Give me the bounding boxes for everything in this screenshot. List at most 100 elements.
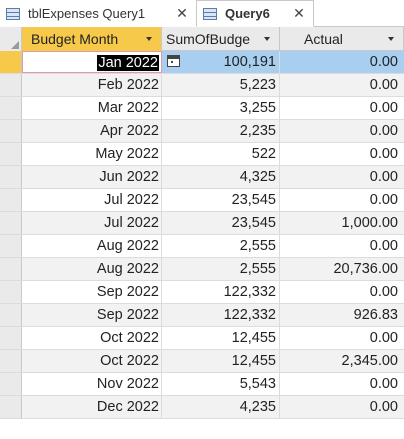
select-all-corner[interactable] bbox=[0, 27, 22, 51]
dropdown-arrow-icon[interactable] bbox=[146, 37, 152, 41]
table-row[interactable]: Sep 2022 122,332 0.00 bbox=[0, 281, 404, 304]
record-selector[interactable] bbox=[0, 74, 22, 96]
budget-month-cell[interactable]: Jul 2022 bbox=[22, 212, 162, 234]
sumofbudge-cell[interactable]: 122,332 bbox=[162, 281, 280, 303]
sumofbudge-cell[interactable]: 100,191 bbox=[162, 51, 280, 73]
column-header-label: SumOfBudge bbox=[166, 31, 251, 47]
table-row[interactable]: Jan 2022 100,191 0.00 bbox=[0, 51, 404, 74]
table-row[interactable]: Jul 2022 23,545 0.00 bbox=[0, 189, 404, 212]
record-selector[interactable] bbox=[0, 258, 22, 280]
sumofbudge-cell[interactable]: 2,555 bbox=[162, 258, 280, 280]
sumofbudge-cell[interactable]: 5,223 bbox=[162, 74, 280, 96]
table-row[interactable]: Dec 2022 4,235 0.00 bbox=[0, 396, 404, 419]
record-selector[interactable] bbox=[0, 51, 22, 73]
calendar-icon[interactable] bbox=[167, 55, 180, 67]
cell-text: 4,235 bbox=[239, 399, 276, 415]
record-selector[interactable] bbox=[0, 120, 22, 142]
column-header-sumofbudge[interactable]: SumOfBudge bbox=[162, 27, 280, 51]
actual-cell[interactable]: 0.00 bbox=[280, 373, 404, 395]
document-tab-bar: tblExpenses Query1 ✕ Query6 ✕ bbox=[0, 0, 404, 27]
dropdown-arrow-icon[interactable] bbox=[264, 37, 270, 41]
table-row[interactable]: Jun 2022 4,325 0.00 bbox=[0, 166, 404, 189]
table-row[interactable]: Mar 2022 3,255 0.00 bbox=[0, 97, 404, 120]
budget-month-cell[interactable]: May 2022 bbox=[22, 143, 162, 165]
budget-month-cell[interactable]: Apr 2022 bbox=[22, 120, 162, 142]
column-header-budget-month[interactable]: Budget Month bbox=[22, 27, 162, 51]
budget-month-cell[interactable]: Jun 2022 bbox=[22, 166, 162, 188]
cell-text: 0.00 bbox=[369, 330, 398, 346]
record-selector[interactable] bbox=[0, 396, 22, 418]
sumofbudge-cell[interactable]: 4,235 bbox=[162, 396, 280, 418]
budget-month-cell[interactable]: Dec 2022 bbox=[22, 396, 162, 418]
actual-cell[interactable]: 0.00 bbox=[280, 281, 404, 303]
record-selector[interactable] bbox=[0, 143, 22, 165]
record-selector[interactable] bbox=[0, 189, 22, 211]
budget-month-cell[interactable]: Sep 2022 bbox=[22, 281, 162, 303]
cell-text: Feb 2022 bbox=[97, 77, 159, 93]
sumofbudge-cell[interactable]: 12,455 bbox=[162, 327, 280, 349]
budget-month-cell[interactable]: Jul 2022 bbox=[22, 189, 162, 211]
actual-cell[interactable]: 926.83 bbox=[280, 304, 404, 326]
budget-month-cell[interactable]: Oct 2022 bbox=[22, 350, 162, 372]
record-selector[interactable] bbox=[0, 235, 22, 257]
record-selector[interactable] bbox=[0, 212, 22, 234]
actual-cell[interactable]: 2,345.00 bbox=[280, 350, 404, 372]
record-selector[interactable] bbox=[0, 281, 22, 303]
cell-text: Aug 2022 bbox=[96, 238, 159, 254]
tab-tblexpenses-query1[interactable]: tblExpenses Query1 ✕ bbox=[0, 0, 196, 27]
budget-month-cell[interactable]: Mar 2022 bbox=[22, 97, 162, 119]
sumofbudge-cell[interactable]: 23,545 bbox=[162, 189, 280, 211]
budget-month-cell[interactable]: Oct 2022 bbox=[22, 327, 162, 349]
sumofbudge-cell[interactable]: 2,235 bbox=[162, 120, 280, 142]
table-row[interactable]: Aug 2022 2,555 20,736.00 bbox=[0, 258, 404, 281]
close-icon[interactable]: ✕ bbox=[174, 5, 190, 22]
sumofbudge-cell[interactable]: 3,255 bbox=[162, 97, 280, 119]
record-selector[interactable] bbox=[0, 350, 22, 372]
actual-cell[interactable]: 0.00 bbox=[280, 97, 404, 119]
close-icon[interactable]: ✕ bbox=[291, 5, 307, 22]
budget-month-cell[interactable]: Sep 2022 bbox=[22, 304, 162, 326]
actual-cell[interactable]: 0.00 bbox=[280, 327, 404, 349]
cell-text: 5,543 bbox=[239, 376, 276, 392]
actual-cell[interactable]: 0.00 bbox=[280, 396, 404, 418]
sumofbudge-cell[interactable]: 23,545 bbox=[162, 212, 280, 234]
sumofbudge-cell[interactable]: 122,332 bbox=[162, 304, 280, 326]
record-selector[interactable] bbox=[0, 97, 22, 119]
table-row[interactable]: Feb 2022 5,223 0.00 bbox=[0, 74, 404, 97]
actual-cell[interactable]: 0.00 bbox=[280, 120, 404, 142]
table-row[interactable]: Nov 2022 5,543 0.00 bbox=[0, 373, 404, 396]
table-row[interactable]: Sep 2022 122,332 926.83 bbox=[0, 304, 404, 327]
sumofbudge-cell[interactable]: 522 bbox=[162, 143, 280, 165]
actual-cell[interactable]: 0.00 bbox=[280, 189, 404, 211]
record-selector[interactable] bbox=[0, 373, 22, 395]
budget-month-cell[interactable]: Nov 2022 bbox=[22, 373, 162, 395]
table-row[interactable]: Oct 2022 12,455 0.00 bbox=[0, 327, 404, 350]
actual-cell[interactable]: 0.00 bbox=[280, 235, 404, 257]
table-row[interactable]: Oct 2022 12,455 2,345.00 bbox=[0, 350, 404, 373]
actual-cell[interactable]: 20,736.00 bbox=[280, 258, 404, 280]
record-selector[interactable] bbox=[0, 327, 22, 349]
table-row[interactable]: Apr 2022 2,235 0.00 bbox=[0, 120, 404, 143]
table-row[interactable]: Jul 2022 23,545 1,000.00 bbox=[0, 212, 404, 235]
actual-cell[interactable]: 0.00 bbox=[280, 51, 404, 73]
record-selector[interactable] bbox=[0, 166, 22, 188]
column-header-actual[interactable]: Actual bbox=[280, 27, 404, 51]
cell-text: 23,545 bbox=[231, 215, 276, 231]
sumofbudge-cell[interactable]: 5,543 bbox=[162, 373, 280, 395]
tab-query6[interactable]: Query6 ✕ bbox=[196, 0, 314, 27]
budget-month-cell[interactable]: Jan 2022 bbox=[22, 51, 162, 73]
budget-month-cell[interactable]: Aug 2022 bbox=[22, 235, 162, 257]
record-selector[interactable] bbox=[0, 304, 22, 326]
table-row[interactable]: May 2022 522 0.00 bbox=[0, 143, 404, 166]
actual-cell[interactable]: 0.00 bbox=[280, 143, 404, 165]
actual-cell[interactable]: 1,000.00 bbox=[280, 212, 404, 234]
table-row[interactable]: Aug 2022 2,555 0.00 bbox=[0, 235, 404, 258]
budget-month-cell[interactable]: Feb 2022 bbox=[22, 74, 162, 96]
sumofbudge-cell[interactable]: 12,455 bbox=[162, 350, 280, 372]
actual-cell[interactable]: 0.00 bbox=[280, 166, 404, 188]
dropdown-arrow-icon[interactable] bbox=[388, 37, 394, 41]
actual-cell[interactable]: 0.00 bbox=[280, 74, 404, 96]
budget-month-cell[interactable]: Aug 2022 bbox=[22, 258, 162, 280]
sumofbudge-cell[interactable]: 4,325 bbox=[162, 166, 280, 188]
sumofbudge-cell[interactable]: 2,555 bbox=[162, 235, 280, 257]
